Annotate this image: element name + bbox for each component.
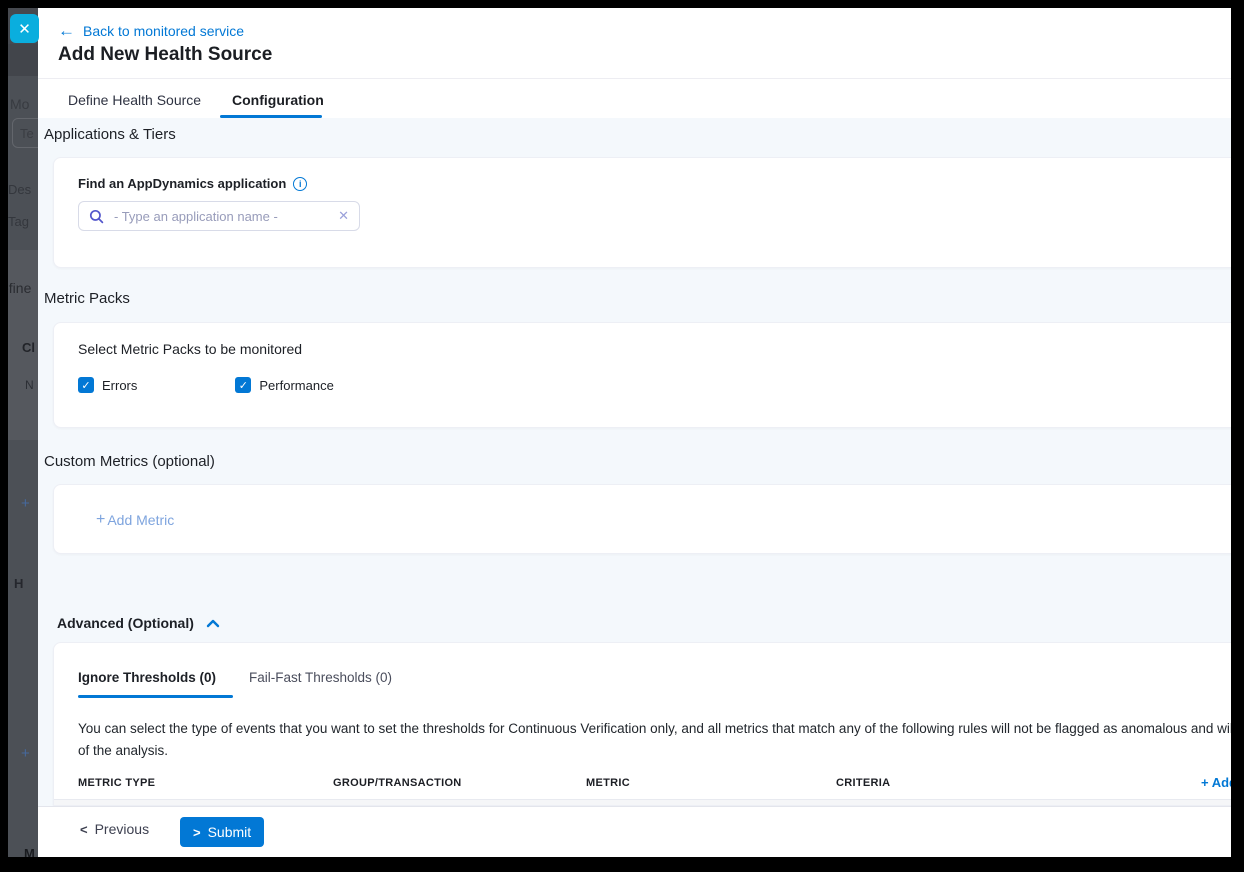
submit-button[interactable]: > Submit (180, 817, 264, 847)
background-text-fragment: N (25, 378, 34, 392)
info-icon[interactable]: i (293, 177, 307, 191)
search-icon (89, 209, 104, 224)
background-text-fragment: Te (20, 126, 34, 141)
metric-packs-checkbox-row: ✓ Errors ✓ Performance (78, 377, 334, 393)
empty-table-band (54, 799, 1231, 806)
check-icon: ✓ (239, 379, 248, 392)
background-text-fragment: efine (8, 280, 31, 296)
dimmed-block (8, 44, 38, 76)
configuration-content: Applications & Tiers Find an AppDynamics… (38, 118, 1231, 806)
section-title-applications-tiers: Applications & Tiers (44, 126, 176, 143)
dimmed-background-page: Mo Te Des Tag efine Cl N + H + M (8, 8, 38, 857)
wizard-tab-bar: Define Health Source Configuration (38, 79, 1231, 118)
advanced-optional-toggle[interactable]: Advanced (Optional) (57, 615, 220, 631)
application-search-box: ✕ (78, 201, 360, 231)
clear-search-icon[interactable]: ✕ (338, 208, 349, 224)
column-header-criteria: CRITERIA (836, 777, 890, 789)
close-icon: ✕ (18, 20, 31, 38)
tab-define-health-source[interactable]: Define Health Source (68, 92, 201, 108)
background-text-fragment: Tag (8, 214, 29, 229)
plus-icon: + (96, 511, 105, 529)
section-title-custom-metrics: Custom Metrics (optional) (44, 453, 215, 470)
performance-checkbox-label: Performance (259, 378, 333, 393)
drawer-footer: < Previous > Submit (38, 806, 1231, 857)
thresholds-description-line2: of the analysis. (78, 743, 168, 758)
background-text-fragment: M (24, 846, 35, 857)
metric-packs-subtitle: Select Metric Packs to be monitored (78, 341, 302, 357)
thresholds-description-line1: You can select the type of events that y… (78, 721, 1231, 736)
previous-label: Previous (95, 821, 149, 837)
background-text-fragment: Cl (22, 340, 35, 355)
section-title-metric-packs: Metric Packs (44, 290, 130, 307)
applications-tiers-card: Find an AppDynamics application i ✕ (53, 157, 1231, 268)
column-header-group-transaction: GROUP/TRANSACTION (333, 777, 462, 789)
tab-fail-fast-thresholds[interactable]: Fail-Fast Thresholds (0) (249, 670, 392, 685)
chevron-right-icon: > (193, 825, 201, 840)
add-health-source-drawer: ← Back to monitored service Add New Heal… (38, 8, 1231, 857)
previous-button[interactable]: < Previous (80, 821, 149, 837)
tab-ignore-thresholds[interactable]: Ignore Thresholds (0) (78, 670, 216, 685)
tab-configuration[interactable]: Configuration (232, 92, 324, 108)
page-title: Add New Health Source (58, 44, 272, 66)
screenshot-frame: Mo Te Des Tag efine Cl N + H + M ✕ ← Bac… (0, 0, 1244, 872)
background-text-fragment: Des (8, 182, 31, 197)
metric-packs-card: Select Metric Packs to be monitored ✓ Er… (53, 322, 1231, 428)
add-threshold-button[interactable]: + Add Threshold (1201, 775, 1231, 790)
errors-checkbox[interactable]: ✓ (78, 377, 94, 393)
check-icon: ✓ (81, 379, 90, 392)
back-to-monitored-service-link[interactable]: ← Back to monitored service (58, 23, 244, 39)
advanced-optional-label: Advanced (Optional) (57, 615, 194, 631)
background-plus-fragment: + (21, 745, 30, 762)
background-text-fragment: Mo (10, 96, 29, 112)
custom-metrics-card: + Add Metric (53, 484, 1231, 554)
column-header-metric: METRIC (586, 777, 630, 789)
submit-label: Submit (208, 824, 252, 840)
active-inner-tab-underline (78, 695, 233, 698)
chevron-left-icon: < (80, 822, 88, 837)
close-drawer-button[interactable]: ✕ (10, 14, 39, 43)
background-plus-fragment: + (21, 495, 30, 512)
add-metric-label: Add Metric (107, 512, 174, 528)
back-arrow-icon: ← (58, 24, 75, 38)
back-link-label: Back to monitored service (83, 23, 244, 39)
background-text-fragment: H (14, 576, 23, 591)
find-application-label: Find an AppDynamics application i (78, 176, 307, 191)
column-header-metric-type: METRIC TYPE (78, 777, 155, 789)
chevron-up-icon (206, 619, 220, 628)
performance-checkbox[interactable]: ✓ (235, 377, 251, 393)
add-metric-button[interactable]: + Add Metric (96, 511, 174, 529)
errors-checkbox-label: Errors (102, 378, 137, 393)
application-search-input[interactable] (114, 209, 328, 224)
thresholds-card: Ignore Thresholds (0) Fail-Fast Threshol… (53, 642, 1231, 806)
